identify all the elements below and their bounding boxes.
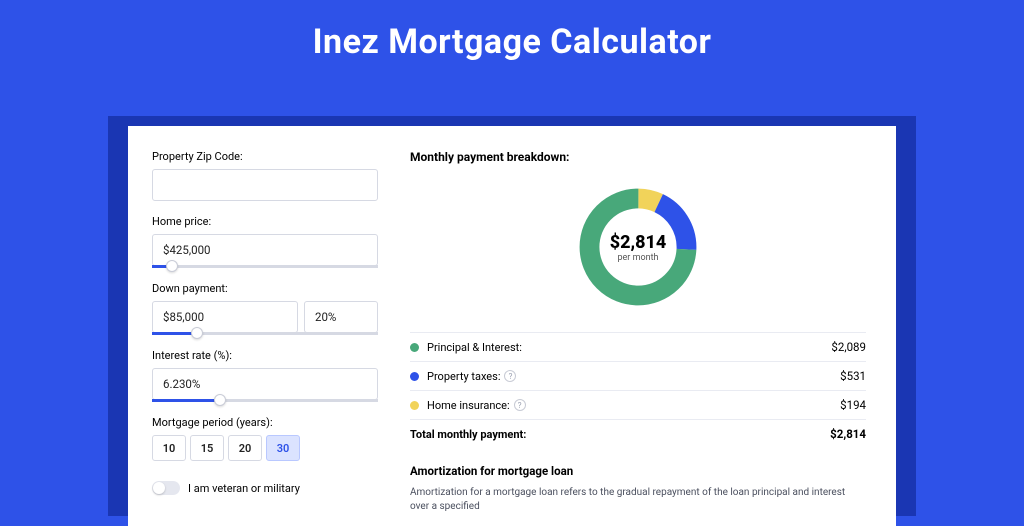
calculator-card: Property Zip Code: Home price: Down paym… — [128, 126, 896, 526]
home-price-label: Home price: — [152, 215, 378, 228]
zip-label: Property Zip Code: — [152, 150, 378, 163]
donut-total-amount: $2,814 — [610, 232, 667, 253]
legend-label: Principal & Interest: — [427, 341, 522, 354]
legend-label: Home insurance: — [427, 399, 510, 412]
legend-value: $2,089 — [831, 340, 866, 354]
down-payment-input[interactable] — [152, 301, 298, 333]
interest-rate-input[interactable] — [152, 368, 378, 400]
legend-row: Home insurance: ? $194 — [410, 390, 866, 419]
results-panel: Monthly payment breakdown: $2,814 per mo… — [390, 126, 896, 526]
period-option-20[interactable]: 20 — [228, 435, 262, 461]
zip-input[interactable] — [152, 169, 378, 201]
breakdown-donut-chart: $2,814 per month — [574, 183, 702, 311]
period-option-10[interactable]: 10 — [152, 435, 186, 461]
period-group: 10 15 20 30 — [152, 435, 378, 461]
form-panel: Property Zip Code: Home price: Down paym… — [128, 126, 390, 526]
legend-dot-icon — [410, 401, 419, 410]
period-option-15[interactable]: 15 — [190, 435, 224, 461]
amortization-text: Amortization for a mortgage loan refers … — [410, 486, 866, 513]
legend-dot-icon — [410, 343, 419, 352]
breakdown-title: Monthly payment breakdown: — [410, 150, 866, 164]
down-payment-pct-input[interactable] — [304, 301, 378, 333]
veteran-label: I am veteran or military — [188, 482, 300, 495]
interest-rate-label: Interest rate (%): — [152, 349, 378, 362]
period-label: Mortgage period (years): — [152, 416, 378, 429]
legend-row: Principal & Interest: $2,089 — [410, 332, 866, 361]
amortization-title: Amortization for mortgage loan — [410, 464, 866, 478]
legend-label: Property taxes: — [427, 370, 500, 383]
legend-value: $531 — [840, 369, 866, 383]
interest-rate-slider[interactable] — [152, 399, 378, 402]
period-option-30[interactable]: 30 — [266, 435, 300, 461]
total-label: Total monthly payment: — [410, 428, 526, 441]
home-price-input[interactable] — [152, 234, 378, 266]
donut-per-month: per month — [617, 253, 658, 263]
slider-thumb[interactable] — [166, 260, 178, 272]
legend-value: $194 — [840, 398, 866, 412]
down-payment-label: Down payment: — [152, 282, 378, 295]
legend-row: Property taxes: ? $531 — [410, 361, 866, 390]
page-title: Inez Mortgage Calculator — [0, 0, 1024, 70]
info-icon[interactable]: ? — [514, 399, 526, 411]
home-price-slider[interactable] — [152, 265, 378, 268]
slider-thumb[interactable] — [191, 327, 203, 339]
legend-dot-icon — [410, 372, 419, 381]
info-icon[interactable]: ? — [504, 370, 516, 382]
veteran-toggle[interactable] — [152, 481, 180, 495]
total-value: $2,814 — [830, 427, 866, 441]
legend-total-row: Total monthly payment: $2,814 — [410, 419, 866, 448]
slider-thumb[interactable] — [214, 394, 226, 406]
down-payment-slider[interactable] — [152, 332, 378, 335]
